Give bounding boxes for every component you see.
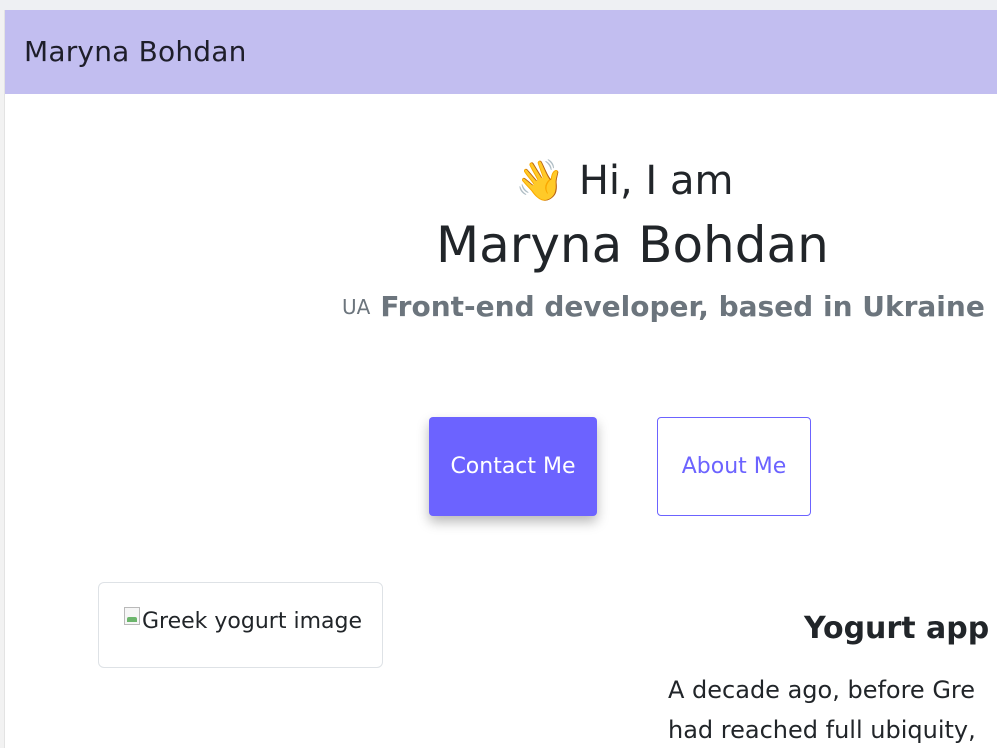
project-description-line: A decade ago, before Gre (668, 676, 976, 704)
broken-image-icon (124, 606, 140, 625)
navbar-brand[interactable]: Maryna Bohdan (24, 35, 247, 68)
greeting-heading: 👋 Hi, I am (515, 155, 733, 207)
tagline-text: Front-end developer, based in Ukraine (380, 290, 985, 323)
waving-hand-icon: 👋 (515, 158, 565, 204)
navbar: Maryna Bohdan (5, 10, 997, 94)
greeting-text: Hi, I am (578, 158, 734, 204)
project-image-alt: Greek yogurt image (142, 609, 362, 634)
project-image-card: Greek yogurt image (98, 582, 383, 668)
project-description: A decade ago, before Gre had reached ful… (668, 670, 997, 750)
contact-me-button[interactable]: Contact Me (429, 417, 597, 516)
ukraine-flag-icon: UA (342, 295, 371, 319)
about-me-button[interactable]: About Me (657, 417, 811, 516)
browser-top-strip (0, 0, 997, 10)
hero-tagline: UA Front-end developer, based in Ukraine (342, 290, 985, 323)
project-title: Yogurt app (804, 610, 990, 646)
window-left-edge (0, 10, 5, 748)
project-description-line: had reached full ubiquity, (668, 716, 976, 744)
project-image: Greek yogurt image (124, 606, 362, 634)
hero-name: Maryna Bohdan (436, 216, 829, 274)
